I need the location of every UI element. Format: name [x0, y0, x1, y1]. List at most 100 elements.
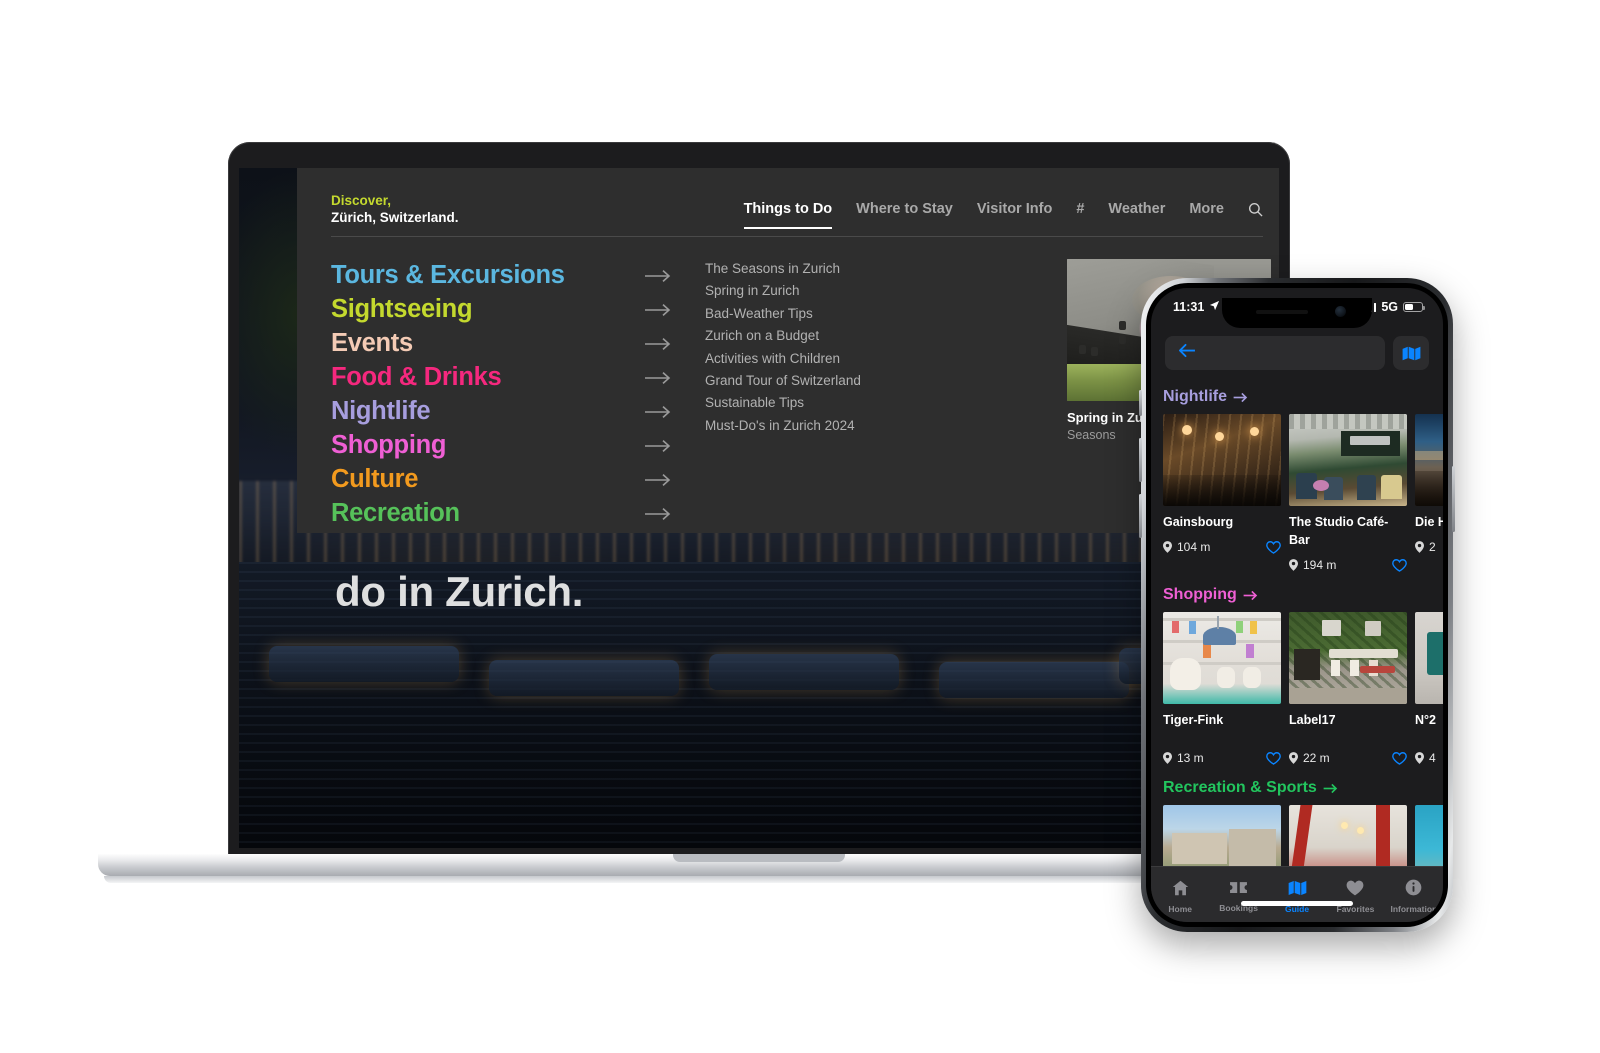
venue-card[interactable] [1163, 805, 1281, 866]
screenshot-root: do in Zurich. Discover, Zürich, Switzerl… [0, 0, 1600, 1053]
section-header-nightlife[interactable]: Nightlife [1163, 388, 1443, 406]
section-header-recreation-sports[interactable]: Recreation & Sports [1163, 779, 1443, 797]
venue-photo [1415, 414, 1443, 506]
section-title-label: Recreation & Sports [1163, 779, 1317, 797]
tab-favorites[interactable]: Favorites [1326, 880, 1384, 914]
sublink-bad-weather-tips[interactable]: Bad-Weather Tips [705, 306, 1053, 328]
phone-top-bar [1151, 330, 1443, 380]
search-icon[interactable] [1248, 202, 1263, 227]
nav-item-more[interactable]: More [1189, 201, 1224, 227]
distance-label: 4 [1429, 751, 1436, 766]
arrow-right-icon[interactable] [631, 429, 685, 463]
distance-label: 104 m [1177, 540, 1211, 555]
search-input[interactable] [1165, 336, 1385, 370]
arrow-right-icon[interactable] [631, 361, 685, 395]
category-item-shopping[interactable]: Shopping [331, 429, 631, 463]
venue-card[interactable]: Label17 22 m [1289, 612, 1407, 765]
home-indicator[interactable] [1241, 901, 1353, 906]
venue-card[interactable] [1415, 805, 1443, 866]
section-title-label: Shopping [1163, 586, 1237, 604]
category-label: Food & Drinks [331, 363, 502, 392]
distance-label: 194 m [1303, 558, 1337, 573]
things-to-do-dropdown-panel: Discover, Zürich, Switzerland. Things to… [297, 168, 1279, 533]
arrow-right-icon[interactable] [631, 293, 685, 327]
sublink-the-seasons-in-zurich[interactable]: The Seasons in Zurich [705, 261, 1053, 283]
category-item-recreation[interactable]: Recreation [331, 497, 631, 531]
battery-icon [1403, 302, 1425, 312]
arrow-right-icon[interactable] [631, 463, 685, 497]
location-pin-icon [1415, 541, 1424, 553]
sublink-list: The Seasons in Zurich Spring in Zurich B… [685, 259, 1053, 531]
phone-volume-down-button[interactable] [1139, 494, 1142, 538]
phone-power-button[interactable] [1452, 466, 1455, 532]
arrow-right-icon[interactable] [631, 259, 685, 293]
tab-guide[interactable]: Guide [1268, 880, 1326, 914]
laptop-screen: do in Zurich. Discover, Zürich, Switzerl… [239, 168, 1279, 848]
sublink-grand-tour-of-switzerland[interactable]: Grand Tour of Switzerland [705, 373, 1053, 395]
sublink-sustainable-tips[interactable]: Sustainable Tips [705, 395, 1053, 417]
venue-name: Label17 [1289, 713, 1336, 728]
network-type-label: 5G [1381, 300, 1398, 314]
category-item-food-drinks[interactable]: Food & Drinks [331, 361, 631, 395]
hero-title: do in Zurich. [335, 568, 584, 615]
tab-bookings[interactable]: Bookings [1209, 880, 1267, 913]
heart-outline-icon[interactable] [1392, 558, 1407, 572]
arrow-right-icon[interactable] [631, 395, 685, 429]
home-icon [1172, 880, 1189, 901]
back-arrow-icon[interactable] [1177, 343, 1196, 363]
nav-item-where-to-stay[interactable]: Where to Stay [856, 201, 953, 227]
location-pin-icon [1289, 752, 1298, 765]
tab-information[interactable]: Information [1385, 879, 1443, 914]
phone-mute-switch[interactable] [1139, 390, 1142, 416]
phone-screen: 11:31 5G Nightlife Gainsbourg 104 m The … [1151, 288, 1443, 922]
nav-item-visitor-info[interactable]: Visitor Info [977, 201, 1052, 227]
heart-outline-icon[interactable] [1266, 751, 1281, 765]
heart-outline-icon[interactable] [1266, 540, 1281, 554]
front-camera [1335, 306, 1346, 317]
category-item-culture[interactable]: Culture [331, 463, 631, 497]
venue-photo [1415, 612, 1443, 705]
category-list: Tours & Excursions Sightseeing Events Fo… [331, 259, 631, 531]
venue-card[interactable]: The Studio Café-Bar 194 m [1289, 414, 1407, 572]
nav-item-things-to-do[interactable]: Things to Do [744, 201, 833, 227]
arrow-right-icon[interactable] [631, 327, 685, 361]
venue-photo [1163, 805, 1281, 866]
venue-card[interactable]: N°2 4 [1415, 612, 1443, 765]
info-icon [1405, 879, 1422, 901]
category-label: Nightlife [331, 397, 431, 426]
category-item-sightseeing[interactable]: Sightseeing [331, 293, 631, 327]
category-label: Tours & Excursions [331, 261, 565, 290]
map-icon[interactable] [1393, 336, 1429, 370]
sublink-zurich-on-a-budget[interactable]: Zurich on a Budget [705, 328, 1053, 350]
category-label: Shopping [331, 431, 447, 460]
venue-name: Die Hot [1415, 515, 1443, 529]
venue-photo [1415, 805, 1443, 866]
venue-card[interactable]: Gainsbourg 104 m [1163, 414, 1281, 572]
nav-item-hash[interactable]: # [1076, 201, 1084, 227]
location-pin-icon [1163, 541, 1172, 553]
nav-item-weather[interactable]: Weather [1108, 201, 1165, 227]
sublink-spring-in-zurich[interactable]: Spring in Zurich [705, 283, 1053, 305]
tab-home[interactable]: Home [1151, 880, 1209, 914]
venue-card[interactable]: Tiger-Fink 13 m [1163, 612, 1281, 765]
venue-card[interactable]: Die Hot 2 [1415, 414, 1443, 572]
heart-outline-icon[interactable] [1392, 751, 1407, 765]
sublink-must-dos-in-zurich-2024[interactable]: Must-Do's in Zurich 2024 [705, 418, 1053, 440]
location-pin-icon [1289, 559, 1298, 572]
arrow-right-icon [1323, 783, 1337, 793]
tab-label: Home [1168, 903, 1193, 914]
promo-image-window [1119, 321, 1126, 330]
section-header-shopping[interactable]: Shopping [1163, 586, 1443, 604]
venue-name: Tiger-Fink [1163, 713, 1224, 728]
phone-volume-up-button[interactable] [1139, 438, 1142, 482]
venue-card[interactable] [1289, 805, 1407, 866]
guide-scroll-area[interactable]: Nightlife Gainsbourg 104 m The Studio Ca… [1151, 380, 1443, 866]
arrow-right-icon[interactable] [631, 497, 685, 531]
category-item-events[interactable]: Events [331, 327, 631, 361]
phone-notch [1222, 298, 1372, 328]
category-item-tours-excursions[interactable]: Tours & Excursions [331, 259, 631, 293]
sublink-activities-with-children[interactable]: Activities with Children [705, 351, 1053, 373]
category-label: Culture [331, 465, 419, 494]
category-item-nightlife[interactable]: Nightlife [331, 395, 631, 429]
site-brand[interactable]: Discover, Zürich, Switzerland. [331, 192, 459, 227]
